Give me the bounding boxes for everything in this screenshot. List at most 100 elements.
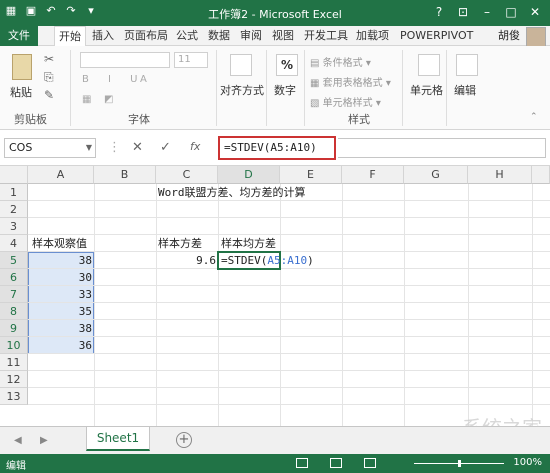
cell-a9[interactable]: 38 [28,320,92,337]
maximize-button[interactable]: □ [500,2,522,22]
cell-c4[interactable]: 样本方差 [158,235,202,252]
font-size-select[interactable]: 11 [174,52,208,68]
cell-a6[interactable]: 30 [28,269,92,286]
column-header-b[interactable]: B [94,166,156,184]
cell-a4[interactable]: 样本观察值 [32,235,87,252]
editing-button[interactable]: 编辑 [454,82,476,98]
zoom-slider-thumb[interactable] [457,460,461,467]
cell-d5-formula[interactable]: =STDEV(A5:A10) [221,252,314,269]
cell-a7[interactable]: 33 [28,286,92,303]
sheet-next-icon[interactable]: ▶ [40,435,48,446]
font-style-buttons[interactable]: B I U [82,74,146,85]
column-header-g[interactable]: G [404,166,468,184]
column-header-i[interactable] [532,166,550,184]
avatar[interactable] [526,27,546,47]
row-header[interactable]: 12 [0,371,28,388]
name-box[interactable]: COS ▼ [4,138,96,158]
border-icon[interactable]: ▦ [82,94,91,105]
cells-icon[interactable] [418,54,440,76]
cell-a10[interactable]: 36 [28,337,92,354]
cell-c5[interactable]: 9.6 [156,252,216,269]
cell-a5[interactable]: 38 [28,252,92,269]
tab-data[interactable]: 数据 [208,26,230,46]
tab-developer[interactable]: 开发工具 [304,26,348,46]
column-header-d[interactable]: D [218,166,280,184]
select-all-corner[interactable] [0,166,28,184]
formula-input-area[interactable] [338,138,546,158]
minimize-button[interactable]: – [476,2,498,22]
window-controls: ? ⊡ – □ ✕ [428,2,546,22]
row-header[interactable]: 4 [0,235,28,252]
user-name[interactable]: 胡俊 [498,26,520,46]
normal-view-icon[interactable] [296,458,308,468]
fill-color-icon[interactable]: ◩ [104,94,113,105]
cut-icon[interactable]: ✂ [44,52,54,66]
gridline [342,184,343,426]
font-color-icon[interactable]: A [140,74,147,85]
enter-icon[interactable]: ✓ [160,140,171,155]
page-layout-view-icon[interactable] [330,458,342,468]
cell-c1[interactable]: Word联盟方差、均方差的计算 [158,184,306,201]
formula-input[interactable]: =STDEV(A5:A10) [218,136,336,160]
chevron-down-icon[interactable]: ▼ [86,139,92,157]
column-header-f[interactable]: F [342,166,404,184]
cell-d4[interactable]: 样本均方差 [221,235,276,252]
tab-review[interactable]: 审阅 [240,26,262,46]
column-header-e[interactable]: E [280,166,342,184]
format-painter-icon[interactable]: ✎ [44,88,54,102]
cancel-icon[interactable]: ✕ [132,140,143,155]
gridline [28,404,550,405]
row-header[interactable]: 9 [0,320,28,337]
cell-style-button[interactable]: ▧ 单元格样式 ▾ [310,94,381,109]
cells-button[interactable]: 单元格 [410,82,443,98]
tab-insert[interactable]: 插入 [92,26,114,46]
table-format-button[interactable]: ▦ 套用表格格式 ▾ [310,74,391,89]
zoom-level[interactable]: 100% [513,457,542,468]
row-header[interactable]: 5 [0,252,28,269]
close-button[interactable]: ✕ [524,2,546,22]
row-header[interactable]: 1 [0,184,28,201]
sheet-tab-sheet1[interactable]: Sheet1 [86,427,150,451]
insert-function-icon[interactable]: fx [190,140,200,153]
zoom-slider[interactable] [414,460,504,467]
font-family-select[interactable] [80,52,170,68]
column-header-c[interactable]: C [156,166,218,184]
collapse-ribbon-icon[interactable]: ⌃ [530,112,538,122]
paste-button[interactable]: 粘贴 [10,84,32,100]
sheet-prev-icon[interactable]: ◀ [14,435,22,446]
paste-icon[interactable] [12,54,32,80]
copy-icon[interactable]: ⎘ [44,70,54,85]
tab-file[interactable]: 文件 [0,26,38,46]
worksheet-grid[interactable]: A B C D E F G H 1 2 3 4 5 6 7 8 9 10 11 … [0,166,550,426]
formula-bar: COS ▼ ⋮ ✕ ✓ fx =STDEV(A5:A10) [0,130,550,166]
cell-a8[interactable]: 35 [28,303,92,320]
tab-addins[interactable]: 加载项 [356,26,389,46]
ribbon-display-icon[interactable]: ⊡ [452,2,474,22]
alignment-button[interactable]: 对齐方式 [220,82,264,98]
number-button[interactable]: 数字 [274,82,296,98]
row-header[interactable]: 11 [0,354,28,371]
tab-home[interactable]: 开始 [54,26,86,47]
column-header-a[interactable]: A [28,166,94,184]
add-sheet-button[interactable]: + [176,432,192,448]
conditional-format-button[interactable]: ▤ 条件格式 ▾ [310,54,371,69]
more-icon: ⋮ [108,140,121,155]
tab-formulas[interactable]: 公式 [176,26,198,46]
row-header[interactable]: 7 [0,286,28,303]
tab-page-layout[interactable]: 页面布局 [124,26,168,46]
find-icon[interactable] [456,54,478,76]
group-divider [266,50,267,126]
page-break-view-icon[interactable] [364,458,376,468]
column-header-h[interactable]: H [468,166,532,184]
tab-view[interactable]: 视图 [272,26,294,46]
row-header[interactable]: 6 [0,269,28,286]
row-header[interactable]: 2 [0,201,28,218]
row-header[interactable]: 10 [0,337,28,354]
alignment-icon[interactable] [230,54,252,76]
row-header[interactable]: 8 [0,303,28,320]
help-icon[interactable]: ? [428,2,450,22]
row-header[interactable]: 13 [0,388,28,405]
percent-icon[interactable]: % [276,54,298,76]
tab-powerpivot[interactable]: POWERPIVOT [400,26,473,46]
row-header[interactable]: 3 [0,218,28,235]
